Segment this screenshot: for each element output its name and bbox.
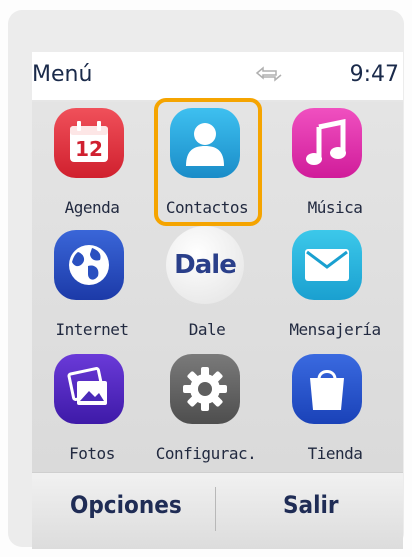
calendar-icon: 12: [54, 108, 124, 178]
page-title: Menú: [32, 62, 93, 87]
globe-icon: [54, 230, 124, 300]
app-fotos[interactable]: Fotos: [32, 348, 152, 473]
app-dale[interactable]: Dale Dale: [152, 224, 272, 349]
music-icon: [292, 108, 362, 178]
dale-icon: Dale: [166, 226, 244, 304]
softkey-bar: Opciones Salir: [32, 472, 403, 549]
app-internet[interactable]: Internet: [32, 224, 152, 349]
gear-icon: [170, 354, 240, 424]
phone-screen: Menú 9:47 12 Agenda Contactos Música Int…: [32, 52, 403, 549]
photos-icon: [54, 354, 124, 424]
sync-icon: [254, 64, 284, 88]
app-configuracion[interactable]: Configurac.: [152, 348, 272, 473]
app-label-mensajeria: Mensajería: [289, 320, 381, 339]
app-label-agenda: Agenda: [64, 198, 120, 217]
app-tienda[interactable]: Tienda: [280, 348, 400, 473]
dale-logo: Dale: [174, 250, 237, 280]
selection-highlight: [154, 98, 262, 226]
app-mensajeria[interactable]: Mensajería: [280, 224, 400, 349]
app-musica[interactable]: Música: [280, 102, 400, 227]
exit-button[interactable]: Salir: [283, 491, 339, 519]
options-button[interactable]: Opciones: [70, 491, 182, 519]
app-label-fotos: Fotos: [69, 444, 115, 463]
shopping-bag-icon: [292, 354, 362, 424]
status-bar: Menú 9:47: [32, 52, 403, 100]
envelope-icon: [292, 230, 362, 300]
softkey-divider: [215, 487, 216, 531]
app-label-configuracion: Configurac.: [155, 444, 257, 463]
clock: 9:47: [349, 62, 399, 87]
app-label-musica: Música: [307, 198, 363, 217]
app-agenda[interactable]: 12 Agenda: [32, 102, 152, 227]
app-label-dale: Dale: [188, 320, 226, 339]
app-label-internet: Internet: [55, 320, 129, 339]
calendar-badge: 12: [75, 137, 103, 161]
app-label-tienda: Tienda: [307, 444, 363, 463]
